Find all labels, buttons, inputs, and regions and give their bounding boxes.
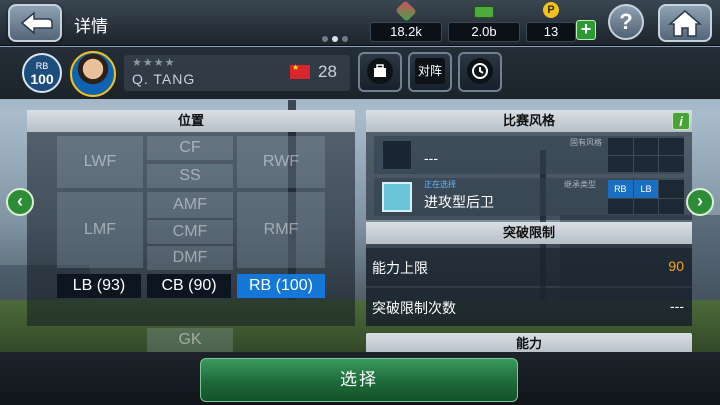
inherit-position-grid: RB LB (608, 180, 684, 214)
inherent-position-grid (608, 138, 684, 172)
player-name-panel: ★★★★ Q. TANG 28 (124, 55, 350, 91)
position-rating-badge: RB 100 (22, 53, 62, 93)
add-coins-button[interactable]: + (576, 20, 596, 40)
position-cell[interactable]: DMF (147, 246, 233, 270)
page-dot-active (332, 36, 338, 42)
coin-icon: P (543, 2, 559, 18)
cash-counter: 2.0b (448, 0, 520, 46)
ability-cap-label: 能力上限 (372, 260, 428, 276)
play-style-title: 比赛风格 (366, 110, 692, 132)
gem-icon (395, 0, 417, 22)
selected-position-lb[interactable]: LB (93) (57, 274, 141, 298)
player-name: Q. TANG (132, 71, 196, 87)
player-stars: ★★★★ (132, 57, 176, 69)
back-button[interactable] (8, 4, 62, 42)
select-button[interactable]: 选择 (200, 358, 518, 402)
history-button[interactable] (458, 52, 502, 92)
breakthrough-count-value: --- (670, 298, 684, 314)
position-cell[interactable]: LWF (57, 136, 143, 188)
page-indicator (322, 36, 348, 42)
play-style-panel: 比赛风格 i 固有风格 --- 正在选择 继承类型 进攻型后卫 RB LB (366, 110, 692, 220)
gem-counter: 18.2k (370, 0, 442, 46)
inherit-type-label: 继承类型 (564, 180, 596, 189)
page-dot (322, 36, 328, 42)
coin-value: 13 (526, 22, 576, 42)
position-cell[interactable]: GK (147, 328, 233, 352)
page-title: 详情 (74, 17, 108, 36)
home-icon (667, 10, 703, 37)
position-cell[interactable]: RWF (237, 136, 325, 188)
position-panel: 位置 LWF CF RWF SS AMF LMF CMF RMF DMF GK … (27, 110, 355, 352)
bottom-bar: 选择 (0, 352, 720, 405)
back-arrow-icon (20, 11, 53, 35)
position-cell[interactable]: SS (147, 164, 233, 188)
playing-style-icon (382, 182, 412, 212)
china-flag-icon (290, 63, 310, 79)
cash-icon (474, 6, 494, 18)
info-icon[interactable]: i (672, 112, 690, 130)
inherent-style-row: 固有风格 --- (374, 136, 684, 174)
breakthrough-panel: 突破限制 能力上限 90 突破限制次数 --- (366, 222, 692, 326)
selecting-label: 正在选择 (424, 180, 456, 189)
help-button[interactable]: ? (608, 4, 644, 40)
selected-position-rb[interactable]: RB (100) (237, 274, 325, 298)
inherent-style-value: --- (424, 150, 438, 166)
current-style-row[interactable]: 正在选择 继承类型 进攻型后卫 RB LB (374, 178, 684, 216)
home-button[interactable] (658, 4, 712, 42)
ability-cap-value: 90 (668, 258, 684, 274)
breakthrough-count-label: 突破限制次数 (372, 300, 456, 316)
breakthrough-title: 突破限制 (366, 222, 692, 244)
clock-icon (467, 58, 493, 84)
next-page-button[interactable]: › (686, 188, 714, 216)
matchup-label: 对阵 (415, 58, 445, 84)
player-info-bar: RB 100 ★★★★ Q. TANG 28 对阵 (0, 47, 720, 99)
coin-counter: P 13 (526, 0, 576, 46)
gem-value: 18.2k (370, 22, 442, 42)
inherent-style-icon (382, 140, 412, 170)
position-cell[interactable]: CF (147, 136, 233, 160)
training-bag-icon (367, 58, 393, 84)
cash-value: 2.0b (448, 22, 520, 42)
top-bar: 详情 18.2k 2.0b P 13 + ? (0, 0, 720, 46)
ability-cap-row: 能力上限 90 (366, 248, 692, 286)
position-panel-title: 位置 (27, 110, 355, 132)
current-style-value: 进攻型后卫 (424, 194, 494, 210)
selected-position-cb[interactable]: CB (90) (147, 274, 231, 298)
page-dot (342, 36, 348, 42)
inherent-style-label: 固有风格 (570, 138, 602, 147)
inherit-tag: LB (633, 180, 659, 198)
player-avatar (70, 51, 116, 97)
player-rating: 100 (30, 71, 54, 87)
training-button[interactable] (358, 52, 402, 92)
position-cell[interactable]: RMF (237, 192, 325, 268)
breakthrough-count-row: 突破限制次数 --- (366, 288, 692, 326)
ability-section-title: 能力 (366, 333, 692, 353)
position-cell[interactable]: LMF (57, 192, 143, 268)
inherit-tag: RB (608, 180, 633, 198)
matchup-button[interactable]: 对阵 (408, 52, 452, 92)
position-cell[interactable]: AMF (147, 192, 233, 218)
position-cell[interactable]: CMF (147, 220, 233, 244)
prev-page-button[interactable]: ‹ (6, 188, 34, 216)
player-age: 28 (318, 62, 337, 81)
